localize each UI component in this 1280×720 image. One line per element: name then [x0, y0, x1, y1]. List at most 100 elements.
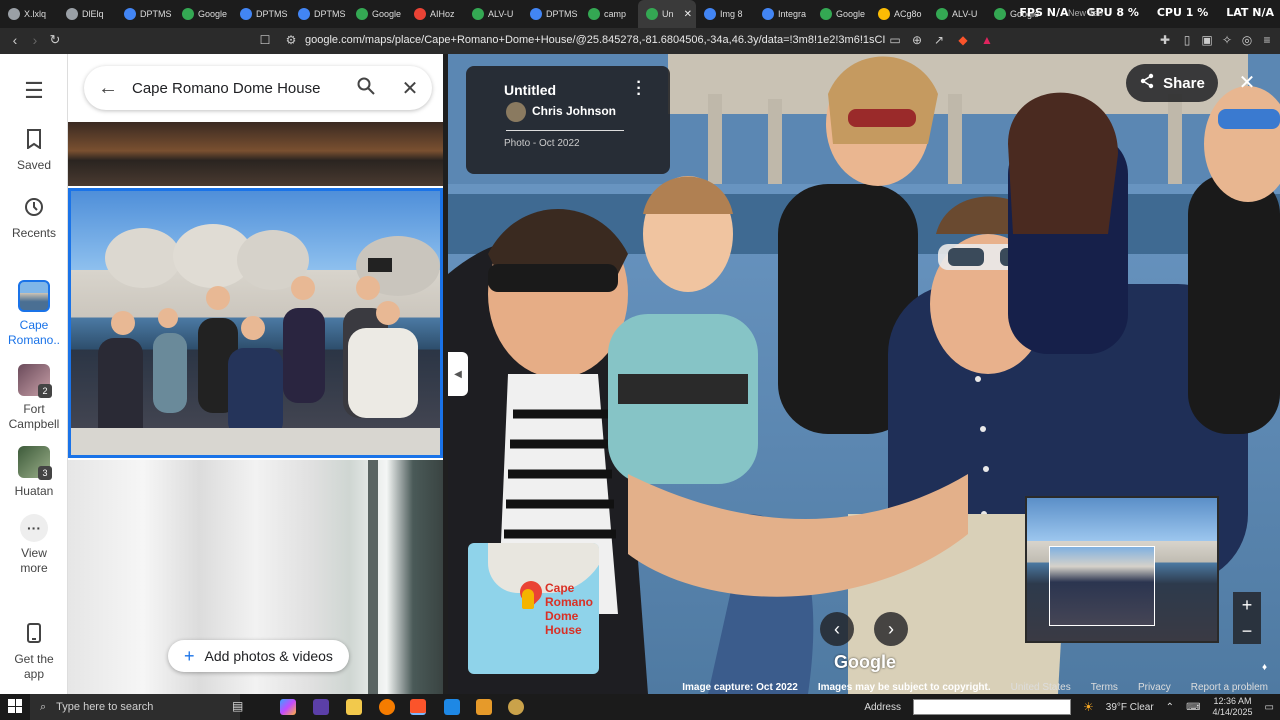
next-photo-button[interactable]: › — [874, 612, 908, 646]
zoom-out-button[interactable]: − — [1233, 618, 1261, 644]
author-name[interactable]: Chris Johnson — [532, 104, 616, 118]
previous-photo-button[interactable]: ‹ — [820, 612, 854, 646]
browser-tab[interactable]: ALV-U — [928, 0, 986, 28]
browser-tab[interactable]: Integra — [754, 0, 812, 28]
browser-tab[interactable]: DPTMS — [522, 0, 580, 28]
tab-favicon-icon — [820, 8, 832, 20]
browser-tab[interactable]: AIHoz — [406, 0, 464, 28]
chevron-right-icon: › — [888, 618, 894, 639]
cape-romano-thumbnail — [18, 280, 50, 312]
mic-icon[interactable]: ♦ — [1262, 662, 1267, 673]
brave-shield-icon[interactable]: ◆ — [956, 33, 970, 47]
terms-link[interactable]: Terms — [1091, 682, 1118, 693]
rail-item-get-app[interactable]: Get the app — [0, 618, 68, 682]
taskbar-search-box[interactable]: ⌕ Type here to search — [30, 694, 240, 720]
app-icon-blue[interactable] — [444, 699, 460, 715]
gallery-photo-selected[interactable] — [68, 188, 443, 458]
app-icon-purple[interactable] — [313, 699, 329, 715]
search-box[interactable]: ← Cape Romano Dome House ✕ — [84, 66, 432, 110]
tab-label: ACg8o — [894, 9, 922, 19]
zoom-icon[interactable]: ⊕ — [910, 33, 924, 47]
browser-tab[interactable]: ALV-U — [464, 0, 522, 28]
gallery-photo-sunset[interactable] — [68, 122, 443, 186]
extensions-icon[interactable]: ✚ — [1158, 33, 1172, 47]
share-page-icon[interactable]: ↗ — [932, 33, 946, 47]
browser-tab[interactable]: Img 8 — [696, 0, 754, 28]
pegman-icon — [522, 589, 534, 609]
rail-item-label: Fort Campbell — [8, 402, 60, 431]
rail-item-view-more[interactable]: ··· View more — [0, 514, 68, 576]
photo-preview-thumbnail[interactable] — [1025, 496, 1219, 643]
bookmark-page-icon[interactable]: ☐ — [258, 33, 272, 47]
tab-favicon-icon — [994, 8, 1006, 20]
brave-rewards-icon[interactable]: ▲ — [980, 33, 994, 47]
rail-item-huatan[interactable]: 3 Huatan — [0, 446, 68, 498]
address-toolbar-input[interactable] — [913, 699, 1071, 715]
browser-tab[interactable]: Google — [174, 0, 232, 28]
photo-title: Untitled — [504, 82, 557, 98]
close-tab-icon[interactable]: ✕ — [684, 9, 692, 20]
windows-start-icon[interactable] — [8, 699, 22, 713]
search-icon: ⌕ — [40, 700, 47, 713]
rail-item-recents[interactable]: Recents — [0, 192, 68, 240]
search-icon[interactable] — [344, 77, 388, 100]
add-photos-button[interactable]: + Add photos & videos — [168, 640, 349, 672]
collapse-panel-button[interactable]: ◀ — [448, 352, 468, 396]
browser-tab[interactable]: camp — [580, 0, 638, 28]
browser-tab[interactable]: DlElq — [58, 0, 116, 28]
menu-icon[interactable]: ≡ — [1260, 33, 1274, 47]
search-input[interactable]: Cape Romano Dome House — [132, 80, 344, 97]
author-avatar[interactable] — [506, 102, 526, 122]
browser-tab[interactable]: DPTMS — [232, 0, 290, 28]
leo-icon[interactable]: ✧ — [1220, 33, 1234, 47]
file-explorer-icon[interactable] — [346, 699, 362, 715]
share-button[interactable]: Share — [1126, 64, 1218, 102]
more-options-icon[interactable]: · · · — [632, 75, 646, 103]
list-count-badge: 2 — [38, 384, 52, 398]
mini-map[interactable]: Cape Romano Dome House — [468, 543, 599, 674]
rail-item-fort-campbell[interactable]: 2 Fort Campbell — [0, 364, 68, 432]
copilot-icon[interactable] — [280, 699, 296, 715]
task-view-icon[interactable]: ▤ — [232, 699, 248, 715]
wallet-icon[interactable]: ▣ — [1200, 33, 1214, 47]
zoom-in-button[interactable]: + — [1233, 592, 1261, 618]
viewer-footer: Image capture: Oct 2022 Images may be su… — [448, 680, 1280, 694]
forward-icon[interactable]: › — [24, 32, 46, 48]
cast-icon[interactable]: ▭ — [888, 33, 902, 47]
browser-tab[interactable]: Google — [348, 0, 406, 28]
photo-gallery-panel: ← Cape Romano Dome House ✕ + Add photos … — [68, 54, 443, 694]
tray-chevron-icon[interactable]: ⌃ — [1166, 702, 1174, 713]
browser-tab[interactable]: DPTMS — [116, 0, 174, 28]
keyboard-icon[interactable]: ⌨ — [1186, 702, 1200, 713]
app-icon-amber[interactable] — [476, 699, 492, 715]
rail-item-saved[interactable]: Saved — [0, 124, 68, 172]
sidebar-icon[interactable]: ▯ — [1180, 33, 1194, 47]
app-icon-gold[interactable] — [508, 699, 524, 715]
back-arrow-icon[interactable]: ← — [84, 77, 132, 100]
reload-icon[interactable]: ↻ — [44, 32, 66, 48]
browser-tab[interactable]: Un ✕ — [638, 0, 696, 28]
privacy-link[interactable]: Privacy — [1138, 682, 1171, 693]
browser-tab[interactable]: Google — [812, 0, 870, 28]
clear-search-icon[interactable]: ✕ — [388, 76, 432, 101]
site-info-icon[interactable]: ⚙ — [284, 33, 298, 47]
brave-browser-icon[interactable] — [410, 699, 426, 715]
back-icon[interactable]: ‹ — [4, 32, 26, 48]
notifications-icon[interactable]: ▭ — [1265, 702, 1274, 713]
report-problem-link[interactable]: Report a problem — [1191, 682, 1268, 693]
address-toolbar-label: Address — [864, 701, 901, 713]
new-tab-label[interactable]: New Tab — [1068, 8, 1103, 18]
clock[interactable]: 12:36 AM 4/14/2025 — [1213, 696, 1253, 718]
weather-text[interactable]: 39°F Clear — [1106, 702, 1154, 713]
browser-tab[interactable]: X.lxlq — [0, 0, 58, 28]
app-icon-orange[interactable] — [379, 699, 395, 715]
browser-tab[interactable]: DPTMS — [290, 0, 348, 28]
url-field[interactable]: google.com/maps/place/Cape+Romano+Dome+H… — [305, 34, 885, 46]
close-viewer-icon[interactable]: ✕ — [1232, 68, 1262, 98]
browser-tab[interactable]: ACg8o — [870, 0, 928, 28]
main-menu-button[interactable]: ☰ — [0, 76, 68, 110]
rail-item-cape-romano[interactable]: Cape Romano.. — [0, 280, 68, 348]
country-link[interactable]: United States — [1011, 682, 1071, 693]
vpn-icon[interactable]: ◎ — [1240, 33, 1254, 47]
fort-campbell-thumbnail: 2 — [18, 364, 52, 398]
